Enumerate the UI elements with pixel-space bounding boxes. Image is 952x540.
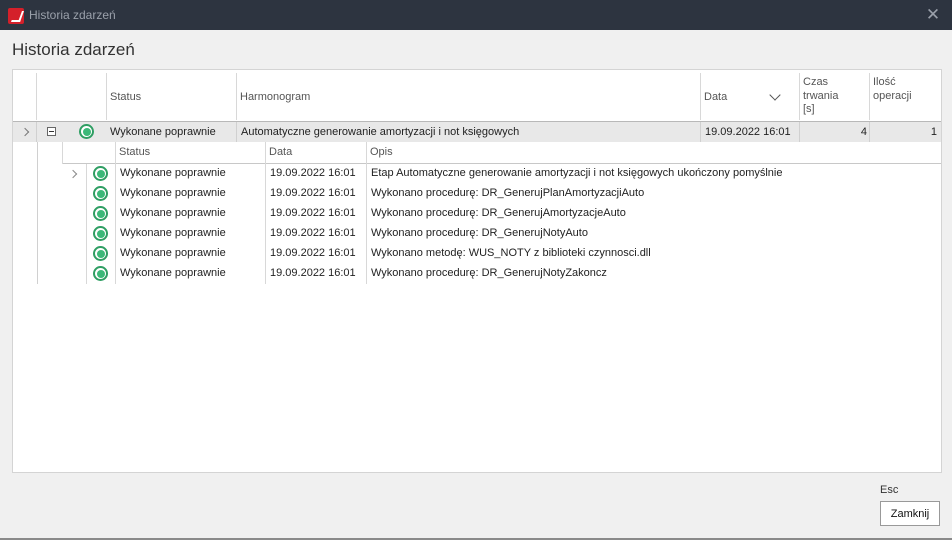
detail-row[interactable]: Wykonane poprawnie 19.09.2022 16:01 Wyko… [62,244,941,264]
detail-status: Wykonane poprawnie [120,227,226,239]
app-logo-icon [8,8,24,24]
detail-opis: Wykonano procedurę: DR_GenerujPlanAmorty… [371,187,645,199]
header-harmonogram[interactable]: Harmonogram [236,73,700,120]
detail-opis: Wykonano metodę: WUS_NOTY z biblioteki c… [371,247,651,259]
master-duration: 4 [860,126,867,138]
status-ok-icon [79,124,94,139]
detail-row[interactable]: Wykonane poprawnie 19.09.2022 16:01 Wyko… [62,264,941,284]
row-expand-chevron-icon[interactable] [20,127,30,137]
status-ok-icon [93,226,108,241]
detail-header-expand [62,142,86,164]
master-harmonogram: Automatyczne generowanie amortyzacji i n… [241,126,520,138]
detail-status: Wykonane poprawnie [120,187,226,199]
detail-data: 19.09.2022 16:01 [270,247,356,259]
header-status[interactable]: Status [106,73,236,120]
detail-row[interactable]: Wykonane poprawnie 19.09.2022 16:01 Wyko… [62,184,941,204]
master-data: 19.09.2022 16:01 [705,126,791,138]
detail-header-opis[interactable]: Opis [366,142,941,164]
grid-header: Status Harmonogram Data Czas trwania [s]… [13,70,941,122]
status-ok-icon [93,166,108,181]
master-status: Wykonane poprawnie [110,126,216,138]
detail-data: 19.09.2022 16:01 [270,207,356,219]
detail-data: 19.09.2022 16:01 [270,227,356,239]
sort-descending-icon[interactable] [769,89,781,101]
detail-header-status[interactable]: Status [115,142,265,164]
header-expand-column [36,73,106,120]
row-expand-chevron-icon[interactable] [68,169,78,179]
detail-opis: Wykonano procedurę: DR_GenerujNotyZakonc… [371,267,607,279]
detail-status: Wykonane poprawnie [120,247,226,259]
master-ops: 1 [930,126,937,138]
status-ok-icon [93,186,108,201]
detail-status: Wykonane poprawnie [120,267,226,279]
detail-header-data[interactable]: Data [265,142,366,164]
master-row[interactable]: Wykonane poprawnie Automatyczne generowa… [13,122,941,142]
window-title: Historia zdarzeń [29,8,116,22]
detail-grid: Status Data Opis Wykonane poprawnie 19.0… [13,142,941,285]
window-titlebar: Historia zdarzeń ✕ [0,0,952,30]
detail-data: 19.09.2022 16:01 [270,187,356,199]
window-close-icon[interactable]: ✕ [924,6,942,24]
detail-opis: Wykonano procedurę: DR_GenerujNotyAuto [371,227,588,239]
collapse-minus-icon[interactable] [47,127,56,136]
detail-opis: Wykonano procedurę: DR_GenerujAmortyzacj… [371,207,626,219]
dialog-heading: Historia zdarzeń [12,40,135,59]
detail-row[interactable]: Wykonane poprawnie 19.09.2022 16:01 Wyko… [62,204,941,224]
detail-status: Wykonane poprawnie [120,207,226,219]
status-ok-icon [93,266,108,281]
detail-data: 19.09.2022 16:01 [270,267,356,279]
event-history-grid: Status Harmonogram Data Czas trwania [s]… [12,69,942,473]
header-duration[interactable]: Czas trwania [s] [799,73,869,120]
detail-header: Status Data Opis [62,142,941,164]
header-data[interactable]: Data [700,73,799,120]
status-ok-icon [93,206,108,221]
close-button[interactable]: Zamknij [880,501,940,526]
close-shortcut-label: Esc [880,484,899,496]
detail-row[interactable]: Wykonane poprawnie 19.09.2022 16:01 Wyko… [62,224,941,244]
status-ok-icon [93,246,108,261]
detail-status: Wykonane poprawnie [120,167,226,179]
detail-data: 19.09.2022 16:01 [270,167,356,179]
header-ops[interactable]: Ilość operacji [869,73,941,120]
detail-opis: Etap Automatyczne generowanie amortyzacj… [371,167,783,179]
detail-row[interactable]: Wykonane poprawnie 19.09.2022 16:01 Etap… [62,164,941,184]
